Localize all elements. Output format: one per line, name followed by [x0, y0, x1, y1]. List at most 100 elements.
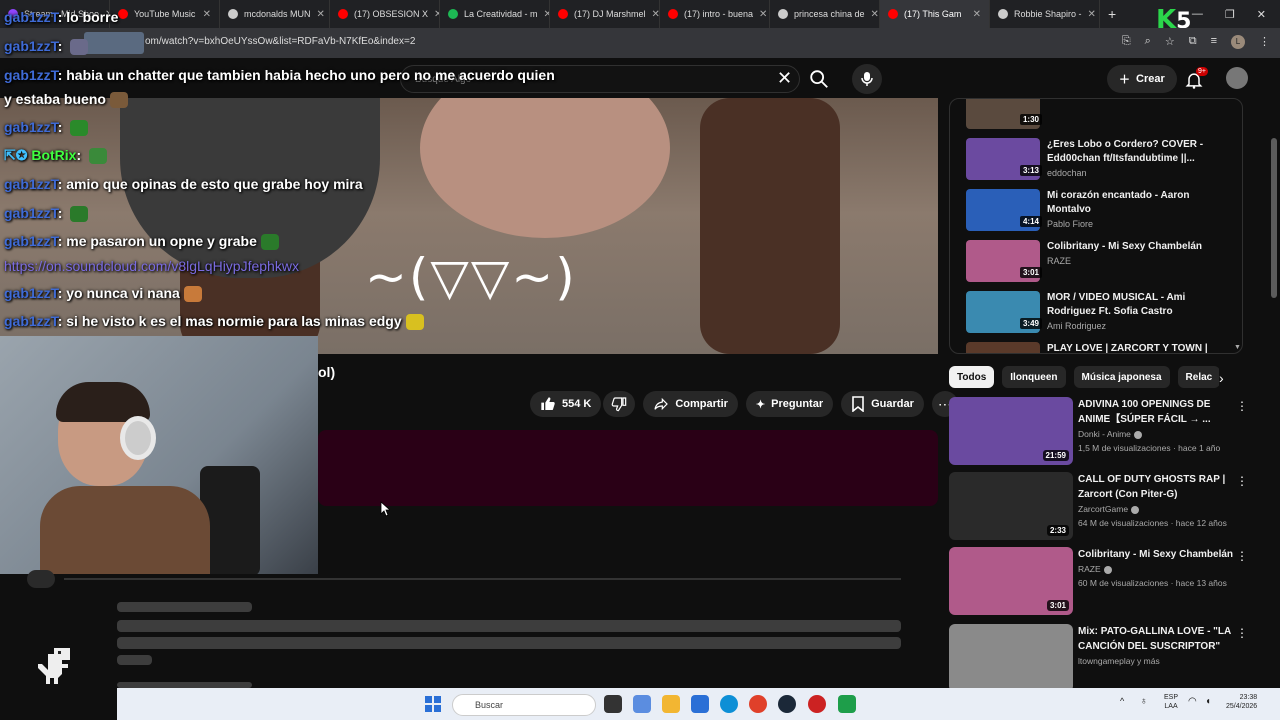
- browser-tab[interactable]: princesa china de ✕: [770, 0, 880, 28]
- more-options-icon[interactable]: ⋮: [1236, 399, 1248, 413]
- browser-tab[interactable]: La Creatividad - m✕: [440, 0, 550, 28]
- chat-username[interactable]: gab1zzT: [4, 9, 58, 25]
- more-options-icon[interactable]: ⋮: [1236, 626, 1248, 640]
- playlist-item-title[interactable]: ¿Eres Lobo o Cordero? COVER - Edd00chan …: [1047, 138, 1217, 166]
- media-icon[interactable]: ≡: [1211, 35, 1217, 49]
- copilot-icon[interactable]: [633, 695, 651, 713]
- file-explorer-icon[interactable]: [662, 695, 680, 713]
- chat-username[interactable]: gab1zzT: [4, 38, 58, 54]
- close-tab-icon[interactable]: ✕: [759, 9, 767, 20]
- chat-username[interactable]: BotRix: [31, 147, 76, 163]
- close-window-icon[interactable]: ✕: [1257, 8, 1266, 21]
- store-icon[interactable]: [691, 695, 709, 713]
- video-thumbnail[interactable]: 2:33: [949, 472, 1073, 540]
- taskbar-search-input[interactable]: Buscar: [452, 694, 596, 716]
- chat-username[interactable]: gab1zzT: [4, 205, 58, 221]
- playlist-item[interactable]: PLAY LOVE | ZARCORT Y TOWN | ESPECIAL 80…: [966, 342, 1236, 353]
- edge-icon[interactable]: [720, 695, 738, 713]
- playlist-thumbnail[interactable]: [966, 342, 1040, 353]
- chat-username[interactable]: gab1zzT: [4, 67, 58, 83]
- search-icon[interactable]: [808, 68, 830, 90]
- share-button[interactable]: Compartir: [643, 391, 738, 417]
- ask-button[interactable]: ✦ Preguntar: [745, 391, 834, 417]
- close-tab-icon[interactable]: ✕: [1088, 9, 1096, 20]
- chat-username[interactable]: gab1zzT: [4, 233, 58, 249]
- clear-search-icon[interactable]: ✕: [777, 68, 792, 89]
- playlist-item-channel[interactable]: eddochan: [1047, 168, 1217, 178]
- clock[interactable]: 23:38 25/4/2026: [1226, 693, 1257, 711]
- volume-icon[interactable]: ◖: [1205, 697, 1211, 707]
- playlist-item-title[interactable]: PLAY LOVE | ZARCORT Y TOWN | ESPECIAL 80…: [1047, 342, 1217, 353]
- close-tab-icon[interactable]: ✕: [973, 9, 981, 20]
- filter-chip[interactable]: Todos: [949, 366, 995, 388]
- browser-tab[interactable]: YouTube Music ✕: [110, 0, 220, 28]
- microphone-tray-icon[interactable]: ♁: [1140, 697, 1148, 707]
- chat-username[interactable]: gab1zzT: [4, 119, 58, 135]
- playlist-item-title[interactable]: MOR / VIDEO MUSICAL - Ami Rodriguez Ft. …: [1047, 291, 1217, 319]
- save-button[interactable]: Guardar: [841, 391, 924, 417]
- recommended-video[interactable]: 21:59 ADIVINA 100 OPENINGS DE ANIME【SÚPER…: [949, 397, 1249, 467]
- playlist-thumbnail[interactable]: 3:01: [966, 240, 1042, 282]
- video-title[interactable]: Mix: PATO-GALLINA LOVE - "LA CANCIÓN DEL…: [1078, 624, 1238, 654]
- app-icon[interactable]: [808, 695, 826, 713]
- voice-search-button[interactable]: [852, 64, 882, 94]
- create-button[interactable]: ＋ Crear: [1107, 65, 1177, 93]
- tray-chevron-icon[interactable]: ^: [1120, 697, 1124, 706]
- close-tab-icon[interactable]: ✕: [203, 9, 211, 20]
- like-button[interactable]: 554 K: [530, 391, 602, 417]
- excel-icon[interactable]: [838, 695, 856, 713]
- chrome-icon[interactable]: [749, 695, 767, 713]
- page-scrollbar[interactable]: [1271, 138, 1277, 298]
- video-title[interactable]: CALL OF DUTY GHOSTS RAP | Zarcort (Con P…: [1078, 472, 1238, 502]
- playlist-thumbnail[interactable]: 3:49: [966, 291, 1042, 333]
- wifi-icon[interactable]: ◠: [1188, 697, 1197, 707]
- channel-name[interactable]: RAZE: [1078, 564, 1101, 574]
- playlist-thumbnail[interactable]: 4:14: [966, 189, 1042, 231]
- chat-username[interactable]: gab1zzT: [4, 176, 58, 192]
- description-banner[interactable]: [318, 430, 938, 506]
- windows-start-icon[interactable]: [425, 696, 441, 712]
- close-tab-icon[interactable]: ✕: [652, 9, 659, 20]
- channel-name[interactable]: ZarcortGame: [1078, 504, 1128, 514]
- playlist-item[interactable]: 3:01 Colibritany - Mi Sexy Chambelán RAZE: [966, 240, 1236, 286]
- playlist-thumbnail[interactable]: 1:30: [966, 99, 1042, 129]
- chat-username[interactable]: gab1zzT: [4, 313, 58, 329]
- scroll-down-icon[interactable]: ▼: [1234, 344, 1241, 351]
- playlist-item-channel[interactable]: RAZE: [1047, 256, 1217, 266]
- profile-avatar[interactable]: L: [1231, 35, 1245, 49]
- browser-tab[interactable]: Robbie Shapiro - ✕: [990, 0, 1100, 28]
- playlist-item[interactable]: 3:49 MOR / VIDEO MUSICAL - Ami Rodriguez …: [966, 291, 1236, 337]
- playlist-thumbnail[interactable]: 3:13: [966, 138, 1042, 180]
- browser-menu-icon[interactable]: ⋮: [1259, 35, 1270, 49]
- playlist-item-channel[interactable]: Ami Rodriguez: [1047, 321, 1217, 331]
- playlist-item-title[interactable]: Mi corazón encantado - Aaron Montalvo: [1047, 189, 1217, 217]
- extensions-icon[interactable]: ⧉: [1189, 35, 1197, 49]
- filter-chip[interactable]: Música japonesa: [1073, 366, 1170, 388]
- zoom-icon[interactable]: ⌕: [1145, 35, 1151, 49]
- channel-name[interactable]: ltowngameplay y más: [1078, 656, 1160, 666]
- video-thumbnail[interactable]: 3:01: [949, 547, 1073, 615]
- user-avatar[interactable]: [1226, 67, 1248, 89]
- channel-name[interactable]: Donki - Anime: [1078, 429, 1131, 439]
- filter-chip[interactable]: Ilonqueen: [1002, 366, 1066, 388]
- browser-tab[interactable]: (17) intro - buena ✕: [660, 0, 770, 28]
- recommended-video[interactable]: Mix: PATO-GALLINA LOVE - "LA CANCIÓN DEL…: [949, 624, 1249, 694]
- more-options-icon[interactable]: ⋮: [1236, 474, 1248, 488]
- playlist-item[interactable]: 1:30 Garahagamine: [966, 98, 1236, 133]
- new-tab-button[interactable]: +: [1100, 6, 1124, 22]
- playlist-item[interactable]: 3:13 ¿Eres Lobo o Cordero? COVER - Edd00c…: [966, 138, 1236, 184]
- recommended-video[interactable]: 3:01 Colibritany - Mi Sexy Chambelán RAZE 6…: [949, 547, 1249, 617]
- maximize-icon[interactable]: ❐: [1225, 8, 1235, 21]
- chat-text[interactable]: https://on.soundcloud.com/v8lgLqHiypJfep…: [4, 258, 299, 274]
- task-view-icon[interactable]: [604, 695, 622, 713]
- playlist-item-channel[interactable]: Garahagamine: [1047, 98, 1217, 99]
- bookmark-star-icon[interactable]: ☆: [1165, 35, 1175, 49]
- recommended-video[interactable]: 2:33 CALL OF DUTY GHOSTS RAP | Zarcort (C…: [949, 472, 1249, 542]
- browser-tab[interactable]: mcdonalds MUN ✕: [220, 0, 330, 28]
- chat-username[interactable]: gab1zzT: [4, 285, 58, 301]
- browser-tab[interactable]: (17) OBSESION X✕: [330, 0, 440, 28]
- toggle-knob[interactable]: [27, 570, 55, 588]
- browser-tab[interactable]: (17) DJ Marshmel ✕: [550, 0, 660, 28]
- close-tab-icon[interactable]: ✕: [871, 9, 879, 20]
- playlist-item-title[interactable]: Colibritany - Mi Sexy Chambelán: [1047, 240, 1217, 254]
